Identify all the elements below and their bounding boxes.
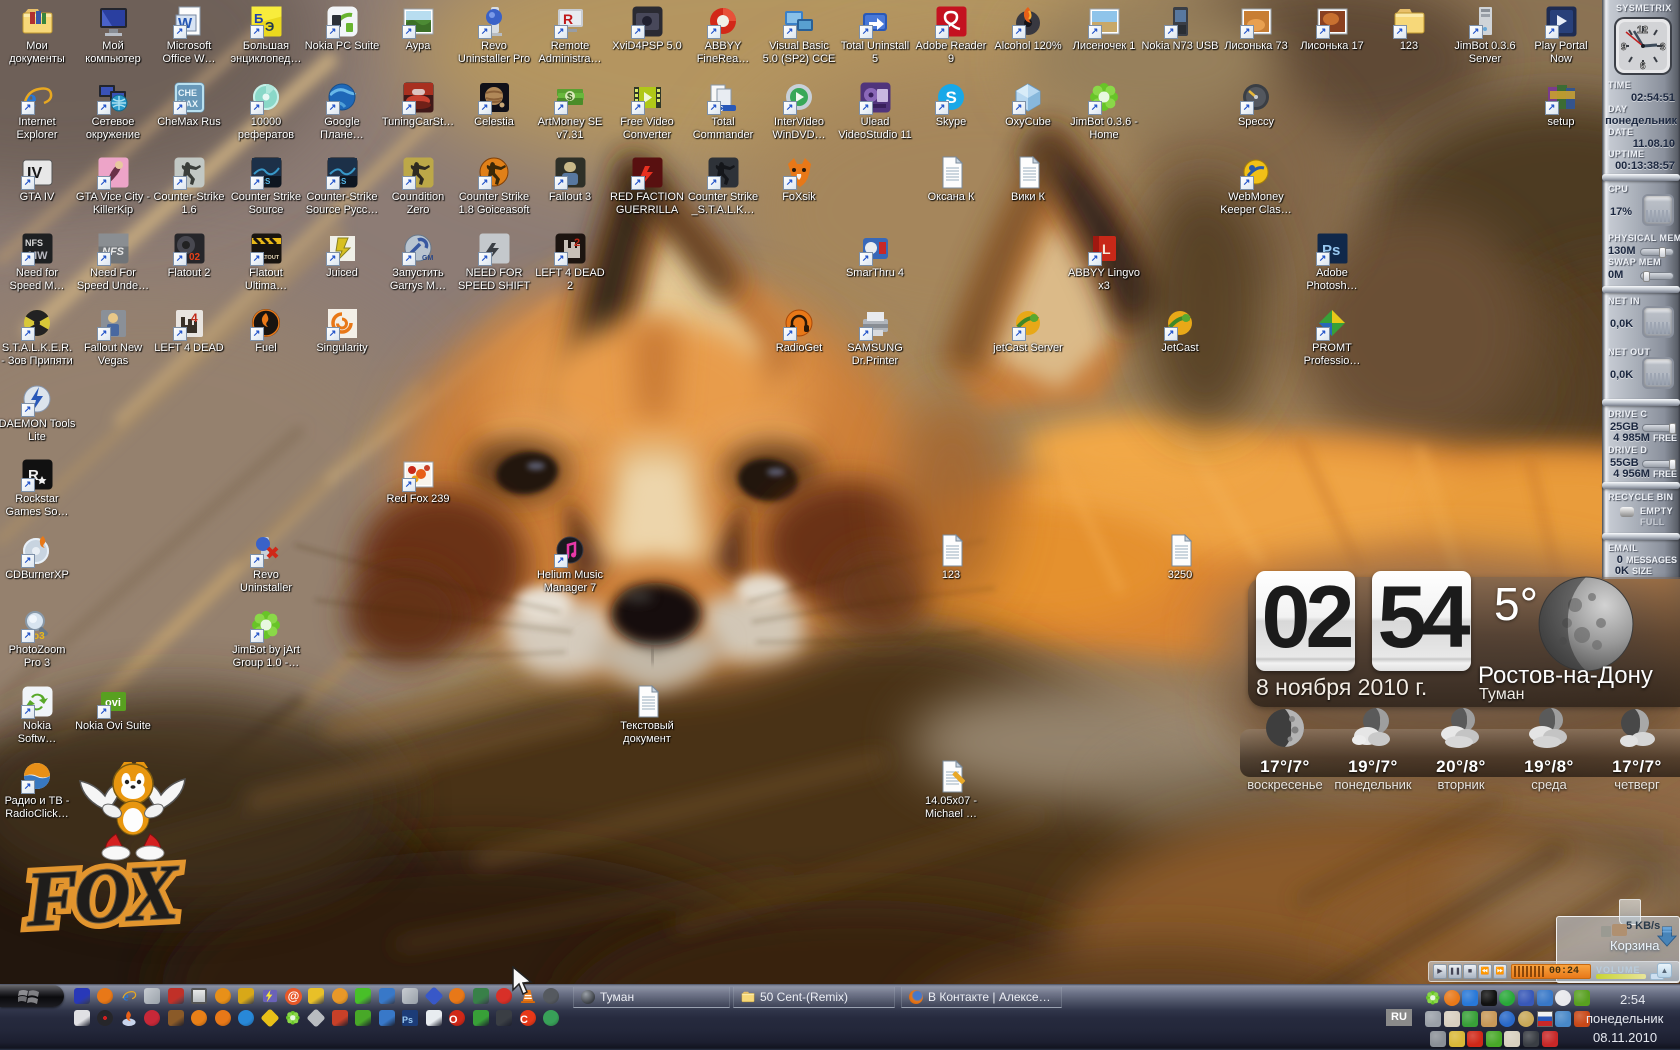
svg-text:$: $	[567, 92, 573, 103]
svg-text:6: 6	[1640, 61, 1646, 72]
svg-text:NFS: NFS	[102, 246, 125, 258]
svg-text:GM: GM	[422, 255, 433, 262]
svg-text:S: S	[945, 88, 956, 107]
svg-text:IV: IV	[27, 165, 42, 182]
svg-text:FLATOUT: FLATOUT	[254, 255, 280, 261]
svg-text:Ps: Ps	[1322, 242, 1340, 259]
svg-text:S:S: S:S	[257, 177, 271, 186]
svg-text:R: R	[563, 11, 573, 27]
svg-text:12: 12	[1637, 25, 1649, 36]
svg-text:Э: Э	[265, 19, 274, 34]
svg-text:02: 02	[189, 252, 201, 263]
svg-text:FOX: FOX	[23, 848, 183, 943]
svg-text:W: W	[178, 15, 193, 32]
svg-text:ovi: ovi	[105, 697, 121, 709]
svg-text:9: 9	[1621, 42, 1627, 53]
svg-text:4: 4	[191, 311, 198, 325]
svg-text:MAX: MAX	[178, 99, 198, 109]
svg-text:2: 2	[574, 237, 580, 249]
svg-text:Б: Б	[254, 11, 263, 26]
svg-text:L: L	[1102, 241, 1111, 257]
svg-text:MW: MW	[28, 250, 48, 262]
svg-text:TC: TC	[714, 106, 723, 113]
svg-text:S:S: S:S	[333, 177, 347, 186]
svg-text:R: R	[28, 467, 39, 484]
svg-text:3: 3	[1660, 42, 1666, 53]
svg-text:CHE: CHE	[178, 88, 197, 98]
svg-text:o3: o3	[33, 631, 45, 642]
svg-text:NFS: NFS	[25, 238, 43, 248]
